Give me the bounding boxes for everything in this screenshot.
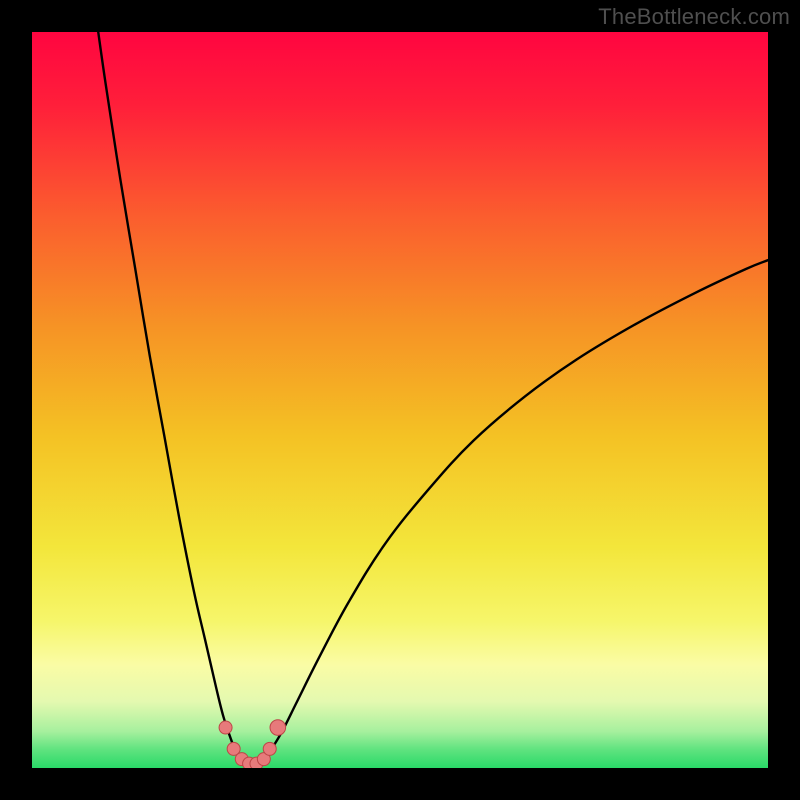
valley-marker <box>263 742 276 755</box>
bottleneck-chart <box>32 32 768 768</box>
plot-area <box>32 32 768 768</box>
watermark-text: TheBottleneck.com <box>598 4 790 30</box>
chart-frame: TheBottleneck.com <box>0 0 800 800</box>
gradient-background <box>32 32 768 768</box>
valley-marker <box>270 720 286 736</box>
valley-marker <box>219 721 232 734</box>
